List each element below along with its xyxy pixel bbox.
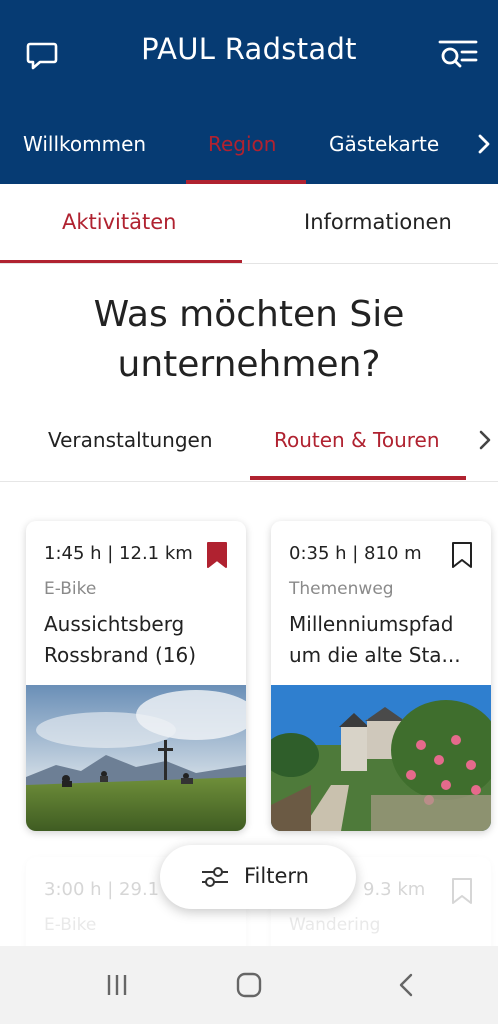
app-title: PAUL Radstadt: [141, 32, 357, 66]
subtab-informationen[interactable]: Informationen: [304, 210, 452, 234]
route-card[interactable]: 1:45 h | 12.1 km E-Bike Aussichtsberg Ro…: [26, 521, 246, 831]
filter-label: Filtern: [244, 864, 309, 888]
route-card[interactable]: 0:35 h | 810 m Themenweg Millenniumspfad…: [271, 521, 491, 831]
system-navigation-bar: [0, 946, 498, 1024]
route-category: Wandering: [289, 915, 381, 935]
chevron-right-icon[interactable]: [474, 132, 494, 156]
route-category: E-Bike: [44, 579, 97, 599]
page-heading-line1: Was möchten Sie: [93, 294, 405, 335]
active-subtab-indicator: [0, 260, 242, 263]
town-path-roses-photo: [271, 685, 491, 831]
back-icon[interactable]: [392, 970, 422, 1000]
category-tabs: Veranstaltungen Routen & Touren: [0, 408, 498, 482]
route-name-line2: um die alte Sta...: [289, 643, 461, 667]
chevron-right-icon[interactable]: [476, 428, 494, 452]
route-duration-distance: 1:45 h | 12.1 km: [44, 543, 193, 564]
main-nav: Willkommen Region Gästekarte: [0, 108, 498, 184]
category-routen-touren[interactable]: Routen & Touren: [274, 428, 440, 452]
app-header: PAUL Radstadt: [0, 0, 498, 108]
home-icon[interactable]: [234, 970, 264, 1000]
tab-gaestekarte[interactable]: Gästekarte: [329, 132, 439, 156]
route-name-line2: Rossbrand (16): [44, 643, 197, 667]
bookmark-outline-icon[interactable]: [451, 877, 473, 905]
route-name: Millenniumspfad um die alte Sta...: [289, 609, 485, 671]
route-name-line1: Millenniumspfad: [289, 612, 454, 636]
subtab-bar: Aktivitäten Informationen: [0, 184, 498, 264]
filter-sliders-icon: [202, 867, 228, 887]
recent-apps-icon[interactable]: [102, 970, 132, 1000]
category-veranstaltungen[interactable]: Veranstaltungen: [48, 428, 213, 452]
filter-button[interactable]: Filtern: [160, 845, 356, 909]
mountain-summit-cross-photo: [26, 685, 246, 831]
active-category-indicator: [250, 476, 466, 480]
tab-willkommen[interactable]: Willkommen: [23, 132, 146, 156]
search-list-icon[interactable]: [438, 36, 478, 72]
route-category: Themenweg: [289, 579, 394, 599]
bookmark-filled-icon[interactable]: [206, 541, 228, 569]
route-duration-distance: 3:00 h | 29.1: [44, 879, 160, 900]
subtab-aktivitaeten[interactable]: Aktivitäten: [62, 210, 176, 234]
route-name: Aussichtsberg Rossbrand (16): [44, 609, 240, 671]
page-heading-line2: unternehmen?: [117, 344, 381, 385]
tab-region[interactable]: Region: [208, 132, 276, 156]
route-duration-distance: 9.3 km: [363, 879, 426, 900]
bookmark-outline-icon[interactable]: [451, 541, 473, 569]
route-category: E-Bike: [44, 915, 97, 935]
page-heading: Was möchten Sie unternehmen?: [0, 290, 498, 390]
route-duration-distance: 0:35 h | 810 m: [289, 543, 422, 564]
route-name-line1: Aussichtsberg: [44, 612, 185, 636]
